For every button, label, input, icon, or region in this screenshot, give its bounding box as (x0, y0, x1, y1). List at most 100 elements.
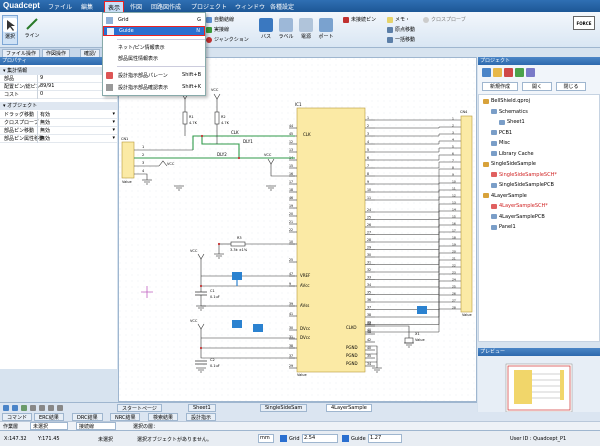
menu-item-grid[interactable]: Grid G (103, 15, 205, 25)
tree-node[interactable]: PCB1 (491, 130, 512, 136)
line-button[interactable]: ライン (21, 15, 43, 45)
tab-single-side[interactable]: SingleSideSam (260, 404, 308, 412)
close-button[interactable]: 閉じる (556, 82, 586, 91)
guide-check-icon[interactable] (342, 435, 349, 442)
tree-node[interactable]: Schematics (491, 109, 528, 115)
bulk-move-button[interactable]: 一括移動 (387, 36, 415, 43)
menu-settings[interactable]: 各種設定 (267, 1, 297, 12)
junction-dot[interactable] (199, 346, 203, 350)
auto-wiring-button[interactable]: 自動結線 (206, 16, 234, 23)
prop-value[interactable]: 無効 (37, 127, 117, 135)
cross-probe-button[interactable]: クロスプローブ (423, 16, 466, 23)
menu-window[interactable]: ウィンドウ (232, 1, 268, 12)
tree-node[interactable]: 4LayerSamplePCB (491, 214, 545, 220)
no-connect-button[interactable]: 未接続ピン (343, 16, 376, 23)
ic1-body[interactable] (296, 107, 366, 373)
origin-button[interactable]: 原点移動 (387, 26, 415, 33)
resistor-r1[interactable] (182, 111, 188, 125)
save-icon[interactable] (515, 68, 524, 77)
tab-search[interactable]: 検索結果 (148, 413, 179, 421)
tree-node[interactable]: SingleSideSample (483, 161, 536, 167)
area-zoom-icon[interactable] (48, 405, 54, 411)
prop-row[interactable]: クロスプローブ 無効 ▾ (0, 119, 117, 127)
settings-icon[interactable] (526, 68, 535, 77)
tab-erc[interactable]: ERC結果 (34, 413, 64, 421)
port-button[interactable]: ポート (317, 15, 335, 45)
tree-node[interactable]: BellShield.qproj (483, 98, 530, 104)
prev-view-icon[interactable] (57, 405, 63, 411)
junction-dot[interactable] (200, 134, 204, 138)
open-folder-icon[interactable] (493, 68, 502, 77)
tree-node[interactable]: 4LayerSampleSCH* (491, 203, 548, 209)
pan-icon[interactable] (30, 405, 36, 411)
select-button[interactable]: 選択 (2, 15, 18, 45)
prop-row[interactable]: 部品ピン移動 無効 ▾ (0, 127, 117, 135)
crystal-x1[interactable] (404, 337, 414, 344)
bus-button[interactable]: バス (258, 15, 274, 45)
cn4-body[interactable] (460, 115, 473, 313)
connect-mode-select[interactable]: 接続線 (76, 422, 116, 430)
probe-marker[interactable] (417, 306, 427, 314)
menu-file[interactable]: ファイル (45, 1, 75, 12)
refresh-icon[interactable] (39, 405, 45, 411)
prop-value[interactable]: 有効 (37, 111, 117, 119)
label-button[interactable]: ラベル (277, 15, 295, 45)
menu-project[interactable]: プロジェクト (188, 1, 230, 12)
tab-nrc[interactable]: NRC結果 (110, 413, 141, 421)
menu-edit[interactable]: 編集 (78, 1, 96, 12)
menu-item-guide[interactable]: Guide N (103, 26, 205, 36)
zoom-out-icon[interactable] (12, 405, 18, 411)
menu-item-design-palette[interactable]: 設計指示部品パレーン Shift+B (103, 70, 205, 80)
chevron-down-icon[interactable]: ▾ (112, 119, 115, 125)
group-object[interactable]: ▾ オブジェクト (0, 102, 117, 110)
prop-value[interactable]: 無効 (37, 119, 117, 127)
grid-value-input[interactable]: 2.54 (302, 434, 338, 443)
tree-node[interactable]: Panel1 (491, 224, 516, 230)
tab-command[interactable]: コマンド (2, 413, 33, 421)
junction-dot[interactable] (237, 156, 241, 160)
chevron-down-icon[interactable]: ▾ (112, 111, 115, 117)
probe-marker[interactable] (253, 324, 263, 332)
menu-item-part-attr-info[interactable]: 部品属性情報表示 (103, 53, 205, 63)
tree-node[interactable]: Library Cache (491, 151, 534, 157)
group-summary[interactable]: ▾ 集計情報 (0, 67, 117, 75)
work-layer-select[interactable]: 未選択 (30, 422, 68, 430)
menu-schematic[interactable]: 回路図作成 (148, 1, 184, 12)
new-project-icon[interactable] (482, 68, 491, 77)
memo-button[interactable]: メモ・ (387, 16, 410, 23)
junction-dot[interactable] (217, 242, 221, 246)
tab-design[interactable]: 設計指示 (186, 413, 217, 421)
tab-draw-ops[interactable]: 作図操作 (42, 49, 71, 57)
prop-row[interactable]: 部品ピン属性移動 無効 ▾ (0, 135, 117, 143)
tab-file-ops[interactable]: ファイル操作 (2, 49, 41, 57)
tree-node[interactable]: 4LayerSample (483, 193, 527, 199)
chevron-down-icon[interactable]: ▾ (112, 135, 115, 141)
close-icon[interactable] (504, 68, 513, 77)
tree-node[interactable]: SingleSideSamplePCB (491, 182, 554, 188)
chevron-down-icon[interactable]: ▾ (112, 127, 115, 133)
schematic-canvas[interactable]: IC1 Value CLK VREF AVcc AVss DVcc DVcc C… (118, 57, 477, 402)
unit-select[interactable]: mm (258, 434, 274, 443)
resistor-r3[interactable] (230, 241, 246, 247)
probe-marker[interactable] (232, 272, 242, 280)
line-wiring-button[interactable]: 実接線 (206, 26, 229, 33)
tree-node[interactable]: Misc (491, 140, 510, 146)
tab-start-page[interactable]: スタートページ (117, 404, 162, 412)
tree-node[interactable]: SingleSideSampleSCH* (491, 172, 557, 178)
junction-button[interactable]: ジャンクション (206, 36, 249, 43)
junction-dot[interactable] (199, 284, 203, 288)
grid-check-icon[interactable] (280, 435, 287, 442)
tab-4layer[interactable]: 4LayerSample (326, 404, 372, 412)
cn1-body[interactable] (121, 141, 135, 179)
tab-sheet1[interactable]: Sheet1 (188, 404, 216, 412)
new-button[interactable]: 新規作成 (482, 82, 518, 91)
tab-drc[interactable]: DRC結果 (72, 413, 103, 421)
guide-value-input[interactable]: 1.27 (368, 434, 402, 443)
menu-item-net-pin-info[interactable]: ネット/ピン情報表示 (103, 42, 205, 52)
menu-draw[interactable]: 作図 (127, 1, 145, 12)
power-button[interactable]: 電源 (298, 15, 314, 45)
prop-row[interactable]: ドラッグ移動 有効 ▾ (0, 111, 117, 119)
preview-panel[interactable] (478, 356, 600, 420)
tree-node[interactable]: Sheet1 (499, 119, 525, 125)
prop-value[interactable]: 無効 (37, 135, 117, 143)
